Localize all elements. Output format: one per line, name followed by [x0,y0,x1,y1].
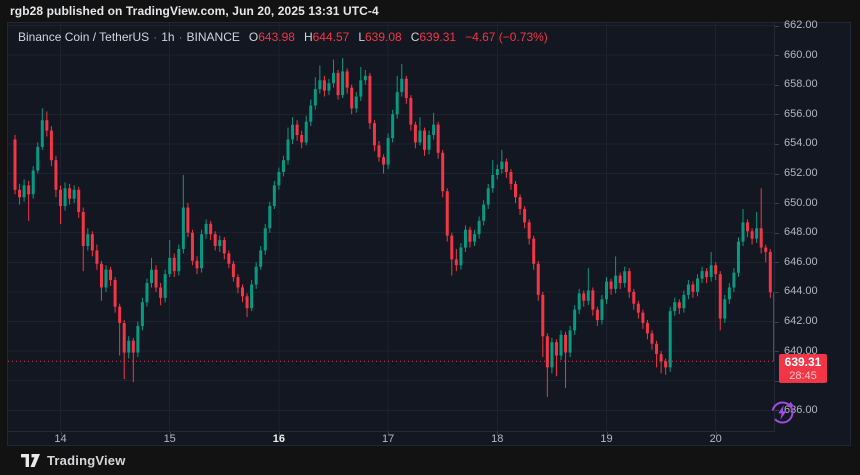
price-axis-label: 648.00 [784,226,818,239]
time-axis-label-16: 16 [273,433,285,445]
price-axis-label: 650.00 [784,197,818,210]
price-axis-tickmark [775,351,779,352]
last-price-value: 639.31 [779,355,827,370]
time-axis-label-18: 18 [491,433,503,445]
legend-separator: · [153,30,157,44]
price-axis-label: 644.00 [784,285,818,298]
legend-open: O643.98 [249,30,295,44]
legend-change: −4.67 (−0.73%) [465,30,548,44]
price-axis[interactable]: 639.31 28:45 662.00660.00658.00656.00654… [774,23,850,432]
tradingview-logo-icon[interactable] [21,454,40,467]
legend-low: L639.08 [358,30,401,44]
price-axis-tickmark [775,262,779,263]
price-axis-label: 646.00 [784,256,818,269]
candle-countdown: 28:45 [779,370,827,382]
price-axis-tickmark [775,292,779,293]
price-axis-tickmark [775,26,779,27]
legend-interval[interactable]: 1h [161,30,174,44]
time-axis[interactable]: 14 15 16 17 18 19 20 [8,431,774,445]
price-axis-label: 658.00 [784,78,818,91]
time-axis-label-20: 20 [710,433,722,445]
price-axis-tickmark [775,322,779,323]
price-axis-tickmark [775,144,779,145]
time-axis-label-14: 14 [54,433,66,445]
price-axis-label: 656.00 [784,108,818,121]
price-axis-label: 662.00 [784,19,818,32]
price-axis-label: 654.00 [784,137,818,150]
chart-pane[interactable]: Binance Coin / TetherUS · 1h · BINANCE O643.9… [8,23,774,432]
candlestick-chart[interactable] [8,23,774,432]
price-axis-tickmark [775,55,779,56]
boost-lightning-icon[interactable] [769,399,796,426]
time-axis-label-19: 19 [600,433,612,445]
tradingview-brand-text[interactable]: TradingView [47,453,126,468]
attribution-text: rgb28 published on TradingView.com, Jun … [10,4,379,18]
legend-high: H644.57 [304,30,349,44]
legend-symbol[interactable]: Binance Coin / TetherUS [18,30,149,44]
footer-bar: TradingView [0,446,860,475]
legend-exchange[interactable]: BINANCE [187,30,240,44]
page: rgb28 published on TradingView.com, Jun … [0,0,860,475]
price-axis-tickmark [775,114,779,115]
price-axis-tickmark [775,174,779,175]
time-axis-label-15: 15 [164,433,176,445]
price-axis-label: 652.00 [784,167,818,180]
price-axis-tickmark [775,203,779,204]
attribution-bar: rgb28 published on TradingView.com, Jun … [0,0,860,22]
price-axis-label: 642.00 [784,315,818,328]
time-axis-label-17: 17 [382,433,394,445]
price-axis-tickmark [775,85,779,86]
price-axis-label: 660.00 [784,49,818,62]
legend-close: C639.31 [411,30,456,44]
symbol-legend: Binance Coin / TetherUS · 1h · BINANCE O643.9… [18,30,548,44]
legend-separator: · [179,30,183,44]
chart-widget: Binance Coin / TetherUS · 1h · BINANCE O643.9… [7,22,851,446]
last-price-label: 639.31 28:45 [779,354,827,383]
price-axis-tickmark [775,233,779,234]
